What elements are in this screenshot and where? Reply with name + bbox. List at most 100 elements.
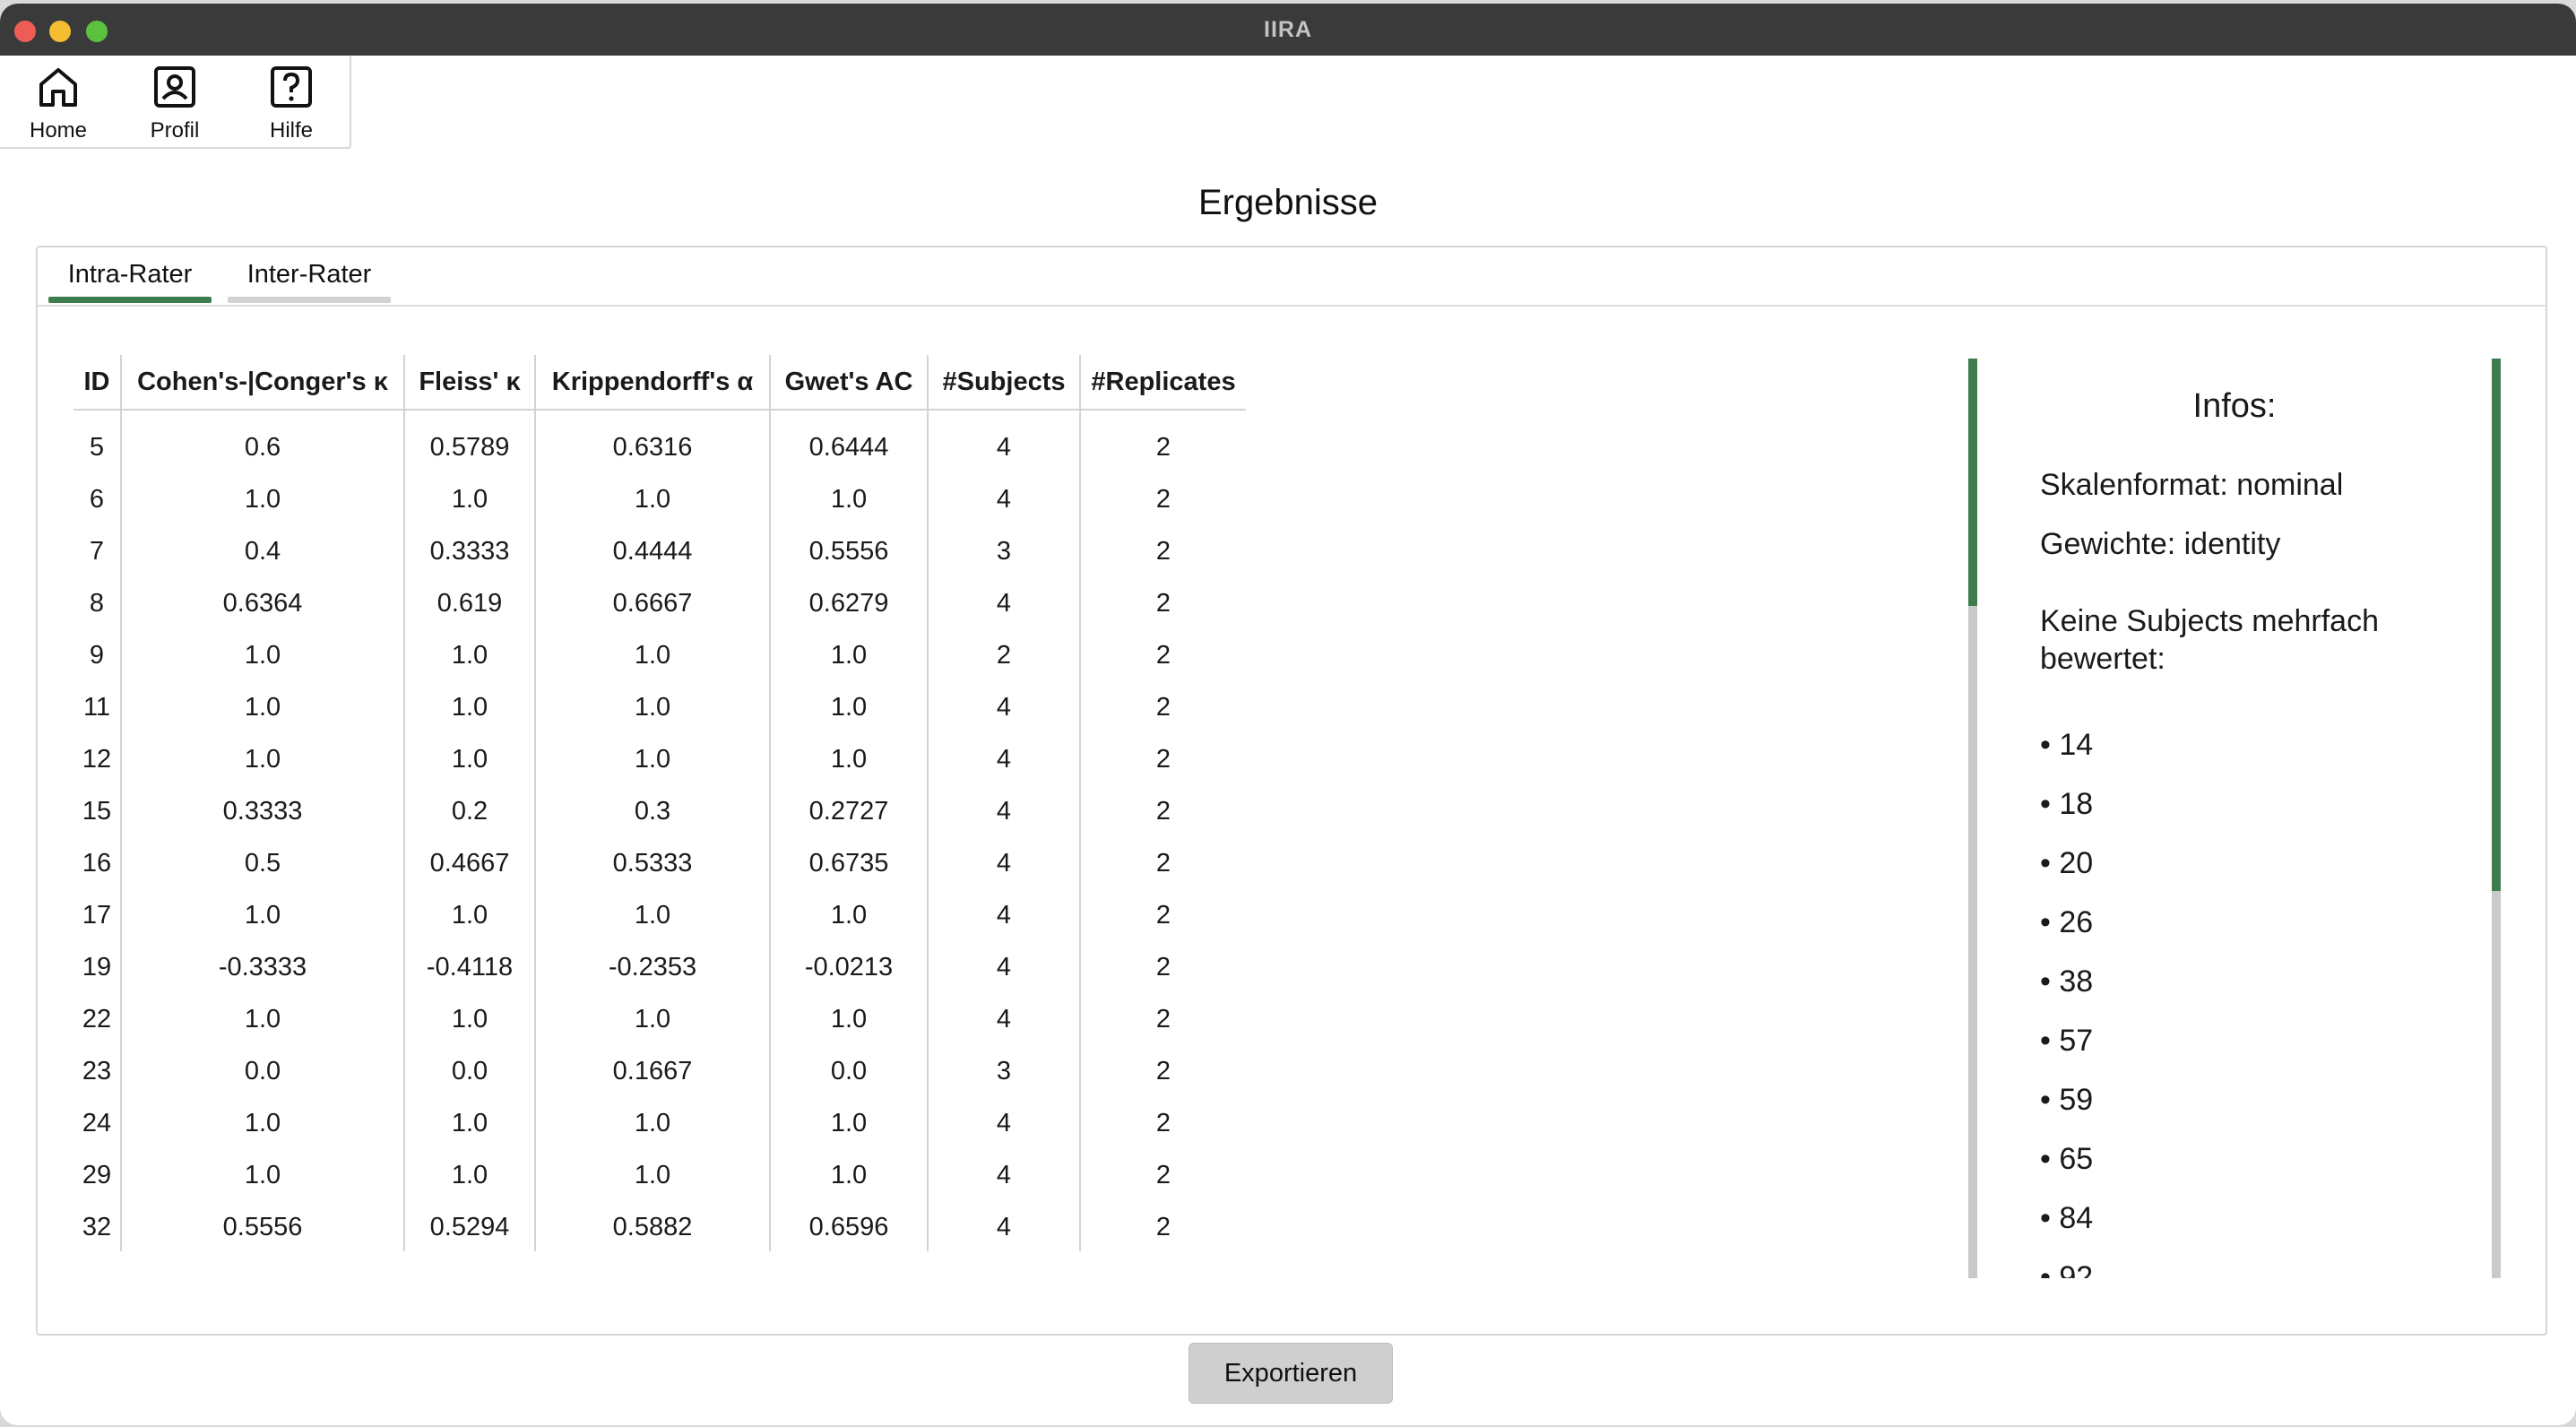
tab-inter-rater-label: Inter-Rater: [246, 260, 372, 289]
cell-cohen: 1.0: [120, 993, 404, 1045]
column-header-id[interactable]: ID: [73, 355, 121, 411]
cell-krippendorff: 0.3: [534, 785, 770, 837]
table-row[interactable]: 6 1.0 1.0 1.0 1.0 4 2: [73, 473, 1246, 525]
subject-list-item: • 20: [2040, 846, 2094, 880]
cell-gwet: -0.0213: [769, 941, 928, 993]
column-header-cohen[interactable]: Cohen's-|Conger's κ: [120, 355, 404, 411]
cell-replicates: 2: [1079, 1097, 1246, 1149]
top-navigation: Home Profil Hilfe: [0, 56, 351, 149]
cell-replicates: 2: [1079, 785, 1246, 837]
subject-list-item: • 84: [2040, 1201, 2094, 1235]
cell-subjects: 4: [927, 785, 1080, 837]
cell-krippendorff: 0.1667: [534, 1045, 770, 1097]
cell-replicates: 2: [1079, 1045, 1246, 1097]
cell-gwet: 1.0: [769, 1149, 928, 1201]
info-scrollbar-left-thumb[interactable]: [1968, 359, 1977, 606]
cell-krippendorff: 0.6667: [534, 577, 770, 629]
cell-subjects: 4: [927, 993, 1080, 1045]
cell-fleiss: 1.0: [403, 1149, 535, 1201]
tab-active-indicator: [48, 297, 212, 303]
table-row[interactable]: 19 -0.3333 -0.4118 -0.2353 -0.0213 4 2: [73, 941, 1246, 993]
table-row[interactable]: 8 0.6364 0.619 0.6667 0.6279 4 2: [73, 577, 1246, 629]
nav-home[interactable]: Home: [0, 56, 117, 147]
cell-replicates: 2: [1079, 577, 1246, 629]
cell-replicates: 2: [1079, 473, 1246, 525]
cell-id: 9: [89, 640, 105, 670]
cell-id: 12: [82, 744, 112, 774]
nav-profil-label: Profil: [150, 118, 200, 143]
subject-list-item: • 18: [2040, 787, 2094, 821]
cell-fleiss: 0.0: [403, 1045, 535, 1097]
table-header-row: ID Cohen's-|Conger's κ Fleiss' κ Krippen…: [73, 355, 1246, 411]
nav-profil[interactable]: Profil: [117, 56, 233, 147]
tab-intra-rater[interactable]: Intra-Rater: [48, 256, 212, 303]
table-row[interactable]: 32 0.5556 0.5294 0.5882 0.6596 4 2: [73, 1201, 1246, 1251]
cell-gwet: 1.0: [769, 1097, 928, 1149]
cell-cohen: 1.0: [120, 473, 404, 525]
title-bar: IIRA: [0, 4, 2576, 56]
column-header-replicates[interactable]: #Replicates: [1079, 355, 1246, 411]
cell-replicates: 2: [1079, 993, 1246, 1045]
cell-gwet: 1.0: [769, 733, 928, 785]
info-scrollbar-right[interactable]: [2492, 359, 2501, 1278]
table-row[interactable]: 9 1.0 1.0 1.0 1.0 2 2: [73, 629, 1246, 681]
nav-hilfe[interactable]: Hilfe: [233, 56, 350, 147]
cell-krippendorff: -0.2353: [534, 941, 770, 993]
table-row[interactable]: 15 0.3333 0.2 0.3 0.2727 4 2: [73, 785, 1246, 837]
cell-replicates: 2: [1079, 681, 1246, 733]
cell-krippendorff: 0.5333: [534, 837, 770, 889]
cell-cohen: 0.6: [120, 410, 404, 473]
info-scrollbar-left[interactable]: [1968, 359, 1977, 1278]
cell-krippendorff: 1.0: [534, 1097, 770, 1149]
nav-home-label: Home: [29, 118, 88, 143]
cell-id: 17: [82, 900, 112, 930]
table-row[interactable]: 12 1.0 1.0 1.0 1.0 4 2: [73, 733, 1246, 785]
subject-list-item: • 59: [2040, 1083, 2094, 1117]
table-row[interactable]: 29 1.0 1.0 1.0 1.0 4 2: [73, 1149, 1246, 1201]
results-table-container[interactable]: ID Cohen's-|Conger's κ Fleiss' κ Krippen…: [73, 355, 1328, 1251]
info-scrollbar-right-thumb[interactable]: [2492, 359, 2501, 891]
table-row[interactable]: 17 1.0 1.0 1.0 1.0 4 2: [73, 889, 1246, 941]
cell-subjects: 4: [927, 577, 1080, 629]
cell-id: 7: [89, 536, 105, 566]
subject-list: • 14 • 18 • 20 • 26 • 38 • 57 • 59 • 65 • 84 • 92: [2040, 726, 2093, 1278]
table-row[interactable]: 24 1.0 1.0 1.0 1.0 4 2: [73, 1097, 1246, 1149]
subject-list-item: • 14: [2040, 728, 2094, 762]
cell-krippendorff: 1.0: [534, 733, 770, 785]
table-row[interactable]: 11 1.0 1.0 1.0 1.0 4 2: [73, 681, 1246, 733]
tab-intra-rater-label: Intra-Rater: [67, 260, 193, 289]
cell-krippendorff: 1.0: [534, 993, 770, 1045]
table-row[interactable]: 22 1.0 1.0 1.0 1.0 4 2: [73, 993, 1246, 1045]
column-header-fleiss[interactable]: Fleiss' κ: [403, 355, 535, 411]
cell-cohen: 1.0: [120, 681, 404, 733]
cell-cohen: 1.0: [120, 733, 404, 785]
cell-cohen: 0.6364: [120, 577, 404, 629]
cell-subjects: 4: [927, 681, 1080, 733]
cell-gwet: 0.2727: [769, 785, 928, 837]
cell-subjects: 4: [927, 837, 1080, 889]
column-header-gwet[interactable]: Gwet's AC: [769, 355, 928, 411]
cell-fleiss: 1.0: [403, 733, 535, 785]
cell-fleiss: 1.0: [403, 473, 535, 525]
cell-id: 29: [82, 1160, 112, 1189]
table-row[interactable]: 7 0.4 0.3333 0.4444 0.5556 3 2: [73, 525, 1246, 577]
cell-fleiss: 0.3333: [403, 525, 535, 577]
table-row[interactable]: 16 0.5 0.4667 0.5333 0.6735 4 2: [73, 837, 1246, 889]
cell-id: 15: [82, 796, 112, 826]
cell-subjects: 3: [927, 525, 1080, 577]
cell-cohen: 1.0: [120, 1149, 404, 1201]
cell-id: 22: [82, 1004, 112, 1033]
tab-inter-rater[interactable]: Inter-Rater: [228, 256, 391, 303]
subject-list-item: • 92: [2040, 1260, 2094, 1278]
cell-fleiss: 1.0: [403, 993, 535, 1045]
info-panel: Infos: Skalenformat: nominal Gewichte: i…: [1977, 359, 2492, 1278]
export-button[interactable]: Exportieren: [1189, 1343, 1393, 1404]
table-row[interactable]: 23 0.0 0.0 0.1667 0.0 3 2: [73, 1045, 1246, 1097]
cell-id: 24: [82, 1108, 112, 1137]
table-row[interactable]: 5 0.6 0.5789 0.6316 0.6444 4 2: [73, 410, 1246, 473]
column-header-subjects[interactable]: #Subjects: [927, 355, 1080, 411]
cell-cohen: 1.0: [120, 1097, 404, 1149]
column-header-krippendorff[interactable]: Krippendorff's α: [534, 355, 770, 411]
tab-bar: Intra-Rater Inter-Rater: [38, 247, 2546, 307]
cell-gwet: 0.6596: [769, 1201, 928, 1251]
